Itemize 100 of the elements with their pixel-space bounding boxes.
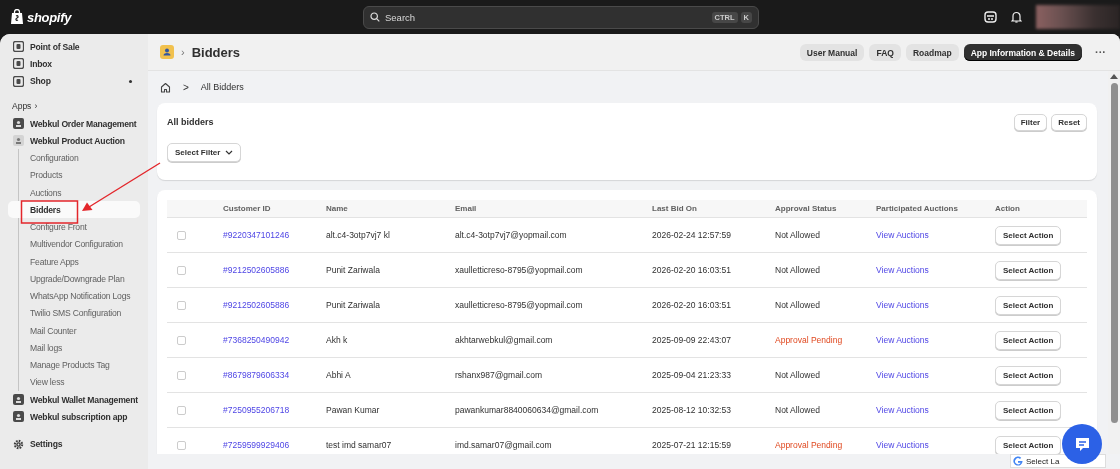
row-checkbox[interactable] bbox=[177, 405, 186, 415]
sidebar-subitem[interactable]: View less bbox=[19, 373, 140, 391]
customer-id-link[interactable]: #9212502605886 bbox=[223, 300, 290, 310]
scroll-up-icon[interactable] bbox=[1110, 74, 1118, 79]
status-text: Not Allowed bbox=[775, 230, 820, 240]
customer-id-link[interactable]: #9220347101246 bbox=[223, 230, 290, 240]
sidebar-subitem[interactable]: Twilio SMS Configuration bbox=[19, 304, 140, 322]
google-icon bbox=[1013, 456, 1023, 466]
sidebar-subitem[interactable]: Feature Apps bbox=[19, 253, 140, 271]
customer-id-link[interactable]: #7368250490942 bbox=[223, 335, 290, 345]
sidebar-subitem[interactable]: WhatsApp Notification Logs bbox=[19, 287, 140, 305]
filter-card-button[interactable]: Filter bbox=[1013, 113, 1048, 131]
view-auctions-link[interactable]: View Auctions bbox=[876, 405, 929, 415]
person-icon bbox=[160, 45, 174, 59]
column-header: Name bbox=[326, 204, 349, 213]
home-icon[interactable] bbox=[160, 81, 171, 93]
search-input[interactable]: Search bbox=[385, 11, 707, 23]
table-cell: xaulletticreso-8795@yopmail.com bbox=[455, 300, 583, 310]
sidebar-item[interactable]: Webkul Wallet Management bbox=[8, 391, 140, 409]
status-text: Not Allowed bbox=[775, 300, 820, 310]
row-checkbox[interactable] bbox=[177, 265, 186, 275]
sidebar-subitem[interactable]: Mail logs bbox=[19, 339, 140, 357]
settings-icon bbox=[13, 438, 24, 450]
table-cell: 2025-07-21 12:15:59 bbox=[652, 440, 731, 450]
row-checkbox[interactable] bbox=[177, 440, 186, 450]
select-action-button[interactable]: Select Action bbox=[995, 225, 1062, 245]
sidebar-subitem[interactable]: Mail Counter bbox=[19, 322, 140, 340]
table-cell: 2026-02-20 16:03:51 bbox=[652, 300, 731, 310]
sidebar-item[interactable]: Webkul Product Auction bbox=[8, 132, 140, 150]
highlight-box bbox=[20, 200, 79, 224]
column-header: Email bbox=[455, 204, 478, 213]
header-button[interactable]: User Manual bbox=[799, 43, 865, 61]
dot-icon bbox=[129, 79, 132, 83]
view-auctions-link[interactable]: View Auctions bbox=[876, 230, 929, 240]
view-auctions-link[interactable]: View Auctions bbox=[876, 265, 929, 275]
row-checkbox[interactable] bbox=[177, 300, 186, 310]
customer-id-link[interactable]: #7259599929406 bbox=[223, 440, 290, 450]
sidebar-subitem[interactable]: Configure Front bbox=[19, 218, 140, 236]
table-cell: 2025-08-12 10:32:53 bbox=[652, 405, 731, 415]
breadcrumb-separator: > bbox=[183, 81, 189, 93]
breadcrumb-separator: › bbox=[181, 46, 185, 58]
sidebar-item[interactable]: Webkul subscription app bbox=[8, 408, 140, 426]
shopping-bag-icon bbox=[10, 9, 24, 25]
table-cell: rshanx987@gmail.com bbox=[455, 370, 543, 380]
sidebar-subitem[interactable]: Configuration bbox=[19, 149, 140, 167]
status-text: Not Allowed bbox=[775, 265, 820, 275]
sidebar-subitem[interactable]: Products bbox=[19, 166, 140, 184]
sidebar-item[interactable]: Shop bbox=[8, 72, 140, 90]
table-cell: alt.c4-3otp7vj7@yopmail.com bbox=[455, 230, 567, 240]
more-button[interactable]: ··· bbox=[1093, 46, 1108, 58]
status-text: Approval Pending bbox=[775, 440, 843, 450]
column-header: Participated Auctions bbox=[876, 204, 959, 213]
select-action-button[interactable]: Select Action bbox=[995, 435, 1062, 454]
sidebar-subitem[interactable]: Multivendor Configuration bbox=[19, 235, 140, 253]
card-title: All bidders bbox=[167, 117, 214, 127]
filter-dropdown[interactable]: Select Filter bbox=[167, 143, 242, 162]
settings-link[interactable]: Settings bbox=[8, 435, 140, 453]
sidebar-subitem[interactable]: Auctions bbox=[19, 184, 140, 202]
sidebar-subitem[interactable]: Manage Products Tag bbox=[19, 356, 140, 374]
table-cell: 2025-09-04 21:23:33 bbox=[652, 370, 731, 380]
header-button[interactable]: Roadmap bbox=[905, 43, 959, 61]
header-button[interactable]: FAQ bbox=[869, 43, 901, 61]
row-checkbox[interactable] bbox=[177, 335, 186, 345]
header-button[interactable]: App Information & Details bbox=[963, 43, 1082, 61]
view-auctions-link[interactable]: View Auctions bbox=[876, 300, 929, 310]
app-icon bbox=[13, 135, 24, 147]
store-icon[interactable] bbox=[984, 11, 997, 23]
select-action-button[interactable]: Select Action bbox=[995, 295, 1062, 315]
view-auctions-link[interactable]: View Auctions bbox=[876, 335, 929, 345]
table-cell: alt.c4-3otp7vj7 kl bbox=[326, 230, 390, 240]
shopify-logo[interactable]: shopify bbox=[27, 9, 72, 25]
select-action-button[interactable]: Select Action bbox=[995, 365, 1062, 385]
app-icon bbox=[13, 411, 24, 423]
scroll-thumb[interactable] bbox=[1110, 83, 1118, 423]
section-label[interactable]: Apps › bbox=[8, 97, 140, 115]
column-header: Last Bid On bbox=[652, 204, 698, 213]
sidebar-subitem[interactable]: Upgrade/Downgrade Plan bbox=[19, 270, 140, 288]
blurred-avatar[interactable] bbox=[1036, 5, 1120, 29]
view-auctions-link[interactable]: View Auctions bbox=[876, 440, 929, 450]
select-action-button[interactable]: Select Action bbox=[995, 330, 1062, 350]
table-cell: Punit Zariwala bbox=[326, 265, 380, 275]
breadcrumb-current: All Bidders bbox=[200, 82, 244, 92]
search-icon bbox=[370, 12, 380, 22]
customer-id-link[interactable]: #9212502605886 bbox=[223, 265, 290, 275]
sidebar-subitem[interactable]: Bidders bbox=[8, 201, 140, 219]
sidebar-item[interactable]: Webkul Order Management bbox=[8, 114, 140, 133]
select-action-button[interactable]: Select Action bbox=[995, 260, 1062, 280]
column-header: Action bbox=[995, 204, 1021, 213]
bell-icon[interactable] bbox=[1011, 11, 1022, 23]
view-auctions-link[interactable]: View Auctions bbox=[876, 370, 929, 380]
table-cell: imd.samar07@gmail.com bbox=[455, 440, 552, 450]
filter-card-button[interactable]: Reset bbox=[1051, 113, 1087, 131]
select-action-button[interactable]: Select Action bbox=[995, 400, 1062, 420]
customer-id-link[interactable]: #8679879606334 bbox=[223, 370, 290, 380]
row-checkbox[interactable] bbox=[177, 370, 186, 380]
customer-id-link[interactable]: #7250955206718 bbox=[223, 405, 290, 415]
sidebar-item[interactable]: Inbox bbox=[8, 55, 140, 73]
row-checkbox[interactable] bbox=[177, 230, 186, 240]
table-cell: Punit Zariwala bbox=[326, 300, 380, 310]
sidebar-item[interactable]: Point of Sale bbox=[8, 38, 140, 56]
